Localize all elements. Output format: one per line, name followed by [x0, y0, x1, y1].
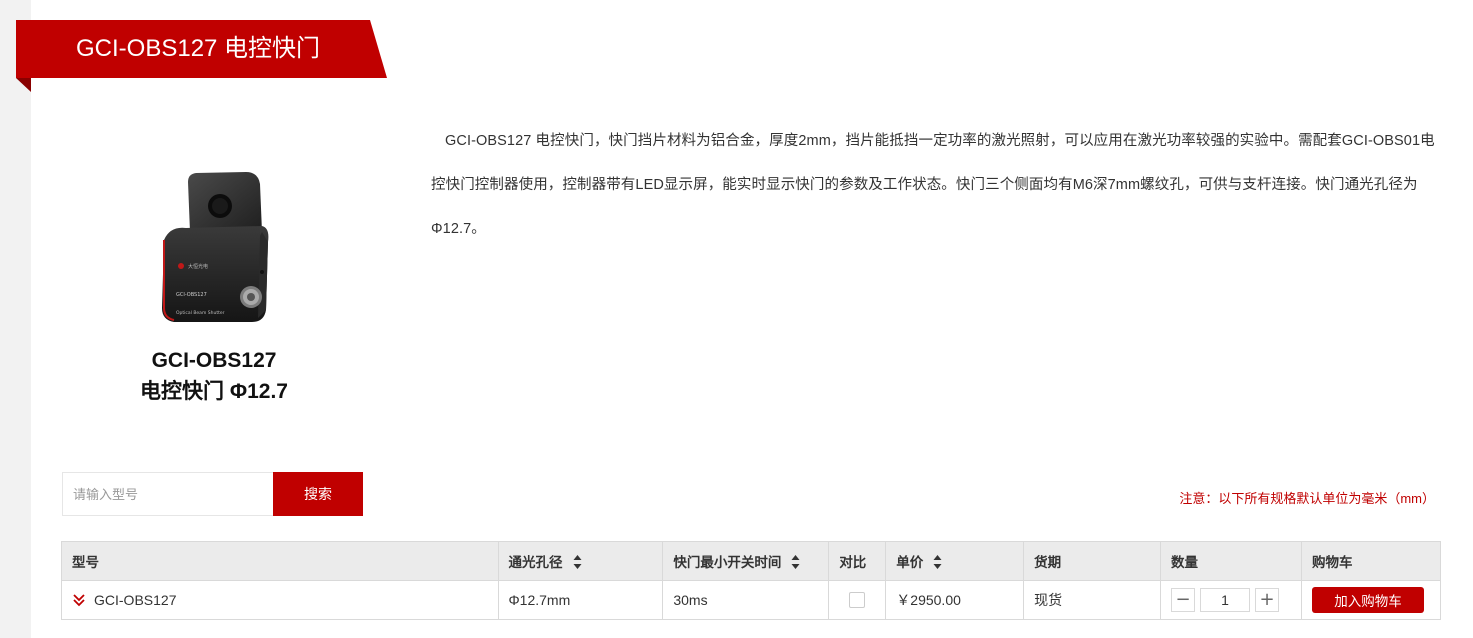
cell-delivery: 现货 [1023, 580, 1162, 620]
device-brand-text: 大恒光电 [188, 263, 208, 270]
table-row: GCI-OBS127 Φ12.7mm 30ms ￥2950.00 现货 − + … [61, 580, 1442, 620]
quantity-decrease-button[interactable]: − [1171, 588, 1196, 612]
quantity-stepper: − + [1171, 588, 1280, 612]
header-min-time[interactable]: 快门最小开关时间 [662, 541, 830, 581]
quantity-input[interactable] [1200, 588, 1251, 612]
quantity-increase-button[interactable]: + [1255, 588, 1280, 612]
product-description: GCI-OBS127 电控快门，快门挡片材料为铝合金，厚度2mm，挡片能抵挡一定… [431, 133, 1435, 237]
header-delivery: 货期 [1023, 541, 1162, 581]
header-quantity: 数量 [1160, 541, 1302, 581]
product-name-model: GCI-OBS127 [151, 349, 277, 372]
search-input[interactable] [62, 472, 273, 516]
title-banner-fold [16, 78, 31, 92]
device-desc-text: Optical Beam Shutter [176, 310, 225, 316]
model-value[interactable]: GCI-OBS127 [94, 592, 176, 608]
sort-icon[interactable] [573, 554, 582, 570]
cell-compare [828, 580, 887, 620]
header-cart: 购物车 [1300, 541, 1442, 581]
spec-table: 型号 通光孔径 快门最小开关时间 对比 单价 货期 数量 购物车 GCI-OBS… [61, 541, 1442, 620]
search-button[interactable]: 搜索 [273, 472, 363, 516]
header-model: 型号 [61, 541, 499, 581]
product-name: GCI-OBS127 电控快门 Φ12.7 [100, 345, 328, 407]
cell-cart: 加入购物车 [1300, 580, 1442, 620]
compare-checkbox[interactable] [849, 592, 866, 608]
cell-aperture: Φ12.7mm [497, 580, 664, 620]
header-price[interactable]: 单价 [885, 541, 1025, 581]
sort-icon[interactable] [791, 554, 800, 570]
cell-model: GCI-OBS127 [61, 580, 499, 620]
expand-chevron-icon[interactable] [72, 593, 86, 607]
device-model-text: GCI-OBS127 [176, 292, 207, 298]
cell-quantity: − + [1160, 580, 1302, 620]
add-to-cart-button[interactable]: 加入购物车 [1311, 587, 1424, 613]
unit-notice: 注意：以下所有规格默认单位为毫米（mm） [1179, 491, 1435, 506]
product-image: 大恒光电 GCI-OBS127 Optical Beam Shutter [162, 172, 269, 322]
sort-icon[interactable] [933, 554, 942, 570]
table-header-row: 型号 通光孔径 快门最小开关时间 对比 单价 货期 数量 购物车 [61, 541, 1442, 581]
page-title: GCI-OBS127 电控快门 [76, 35, 321, 62]
cell-min-time: 30ms [662, 580, 830, 620]
header-compare: 对比 [828, 541, 887, 581]
cell-price: ￥2950.00 [885, 580, 1025, 620]
header-aperture[interactable]: 通光孔径 [497, 541, 664, 581]
title-banner: GCI-OBS127 电控快门 [16, 20, 387, 92]
product-name-desc: 电控快门 Φ12.7 [140, 380, 288, 403]
search-box: 搜索 [62, 472, 363, 516]
